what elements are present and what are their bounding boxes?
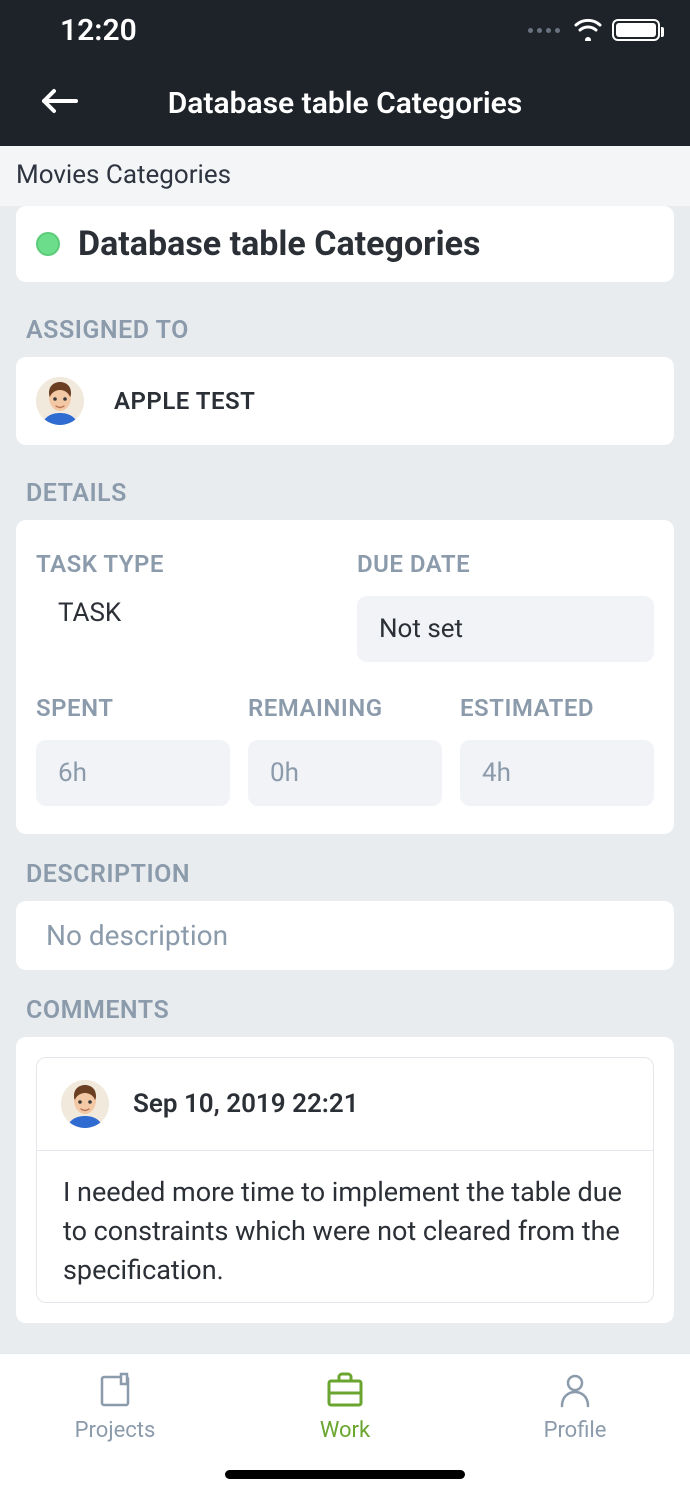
label-due-date: DUE DATE (357, 550, 654, 578)
comment-header: Sep 10, 2019 22:21 (37, 1058, 653, 1151)
status-time: 12:20 (60, 13, 137, 48)
tab-work-label: Work (320, 1418, 370, 1443)
description-card[interactable]: No description (16, 901, 674, 970)
comment-body: I needed more time to implement the tabl… (37, 1151, 653, 1302)
assignee-card[interactable]: APPLE TEST (16, 357, 674, 445)
battery-icon (612, 19, 660, 41)
status-dot-icon (36, 232, 60, 256)
wifi-icon (574, 19, 602, 41)
nav-bar: Database table Categories (0, 60, 690, 146)
back-button[interactable] (40, 87, 80, 119)
label-spent: SPENT (36, 694, 230, 722)
status-bar: 12:20 (0, 0, 690, 60)
tab-profile-label: Profile (544, 1418, 607, 1443)
section-description: DESCRIPTION (0, 834, 690, 901)
spent-input[interactable]: 6h (36, 740, 230, 806)
details-card: TASK TYPE TASK DUE DATE Not set SPENT 6h… (16, 520, 674, 834)
task-title-card: Database table Categories (16, 206, 674, 282)
assignee-name: APPLE TEST (114, 387, 255, 415)
avatar (36, 377, 84, 425)
comment-item[interactable]: Sep 10, 2019 22:21 I needed more time to… (36, 1057, 654, 1303)
profile-icon (553, 1368, 597, 1412)
cell-signal-icon (528, 28, 560, 33)
status-right (528, 19, 660, 41)
task-type-value[interactable]: TASK (36, 596, 333, 628)
label-task-type: TASK TYPE (36, 550, 333, 578)
comments-card: Sep 10, 2019 22:21 I needed more time to… (16, 1037, 674, 1323)
estimated-input[interactable]: 4h (460, 740, 654, 806)
avatar (61, 1080, 109, 1128)
description-text: No description (46, 919, 228, 952)
task-title: Database table Categories (78, 224, 480, 264)
home-indicator[interactable] (225, 1470, 465, 1479)
label-remaining: REMAINING (248, 694, 442, 722)
breadcrumb[interactable]: Movies Categories (0, 146, 690, 206)
tab-projects-label: Projects (75, 1418, 156, 1443)
comment-date: Sep 10, 2019 22:21 (133, 1089, 359, 1119)
label-estimated: ESTIMATED (460, 694, 654, 722)
nav-title: Database table Categories (0, 86, 690, 121)
section-details: DETAILS (0, 445, 690, 520)
work-icon (323, 1368, 367, 1412)
tab-projects[interactable]: Projects (0, 1354, 230, 1493)
remaining-input[interactable]: 0h (248, 740, 442, 806)
section-assigned-to: ASSIGNED TO (0, 282, 690, 357)
due-date-input[interactable]: Not set (357, 596, 654, 662)
projects-icon (93, 1368, 137, 1412)
section-comments: COMMENTS (0, 970, 690, 1037)
tab-profile[interactable]: Profile (460, 1354, 690, 1493)
